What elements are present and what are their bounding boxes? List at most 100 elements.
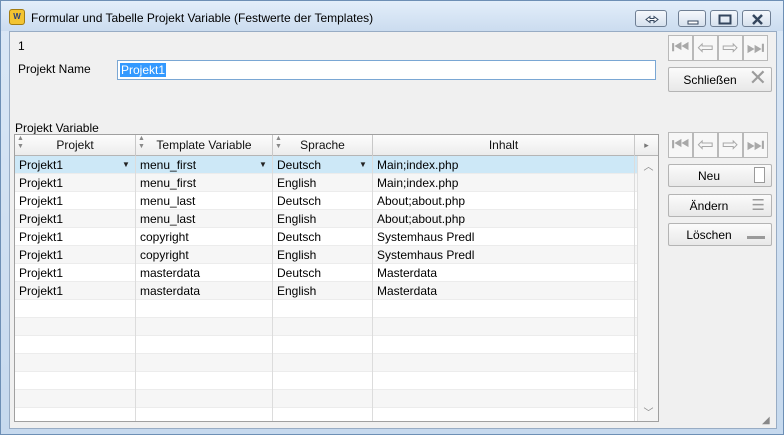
table-cell[interactable] bbox=[373, 408, 635, 421]
grid-first-record-button[interactable]: ⏮ bbox=[668, 132, 693, 158]
table-cell[interactable]: Projekt1 bbox=[15, 228, 136, 246]
close-button[interactable]: Schließen ✕ bbox=[668, 67, 772, 92]
table-cell[interactable]: Projekt1 ▼ bbox=[15, 156, 136, 174]
table-cell[interactable]: masterdata bbox=[136, 264, 273, 282]
maximize-button[interactable] bbox=[710, 10, 738, 27]
table-cell[interactable]: menu_first ▼ bbox=[136, 156, 273, 174]
table-cell[interactable]: English bbox=[273, 174, 373, 192]
dropdown-arrow-icon[interactable]: ▼ bbox=[356, 157, 370, 172]
table-cell[interactable]: Projekt1 bbox=[15, 282, 136, 300]
table-cell[interactable]: Systemhaus Predl bbox=[373, 246, 635, 264]
table-cell[interactable] bbox=[273, 336, 373, 354]
restore-size-button[interactable] bbox=[635, 10, 667, 27]
table-cell[interactable]: Deutsch ▼ bbox=[273, 156, 373, 174]
table-cell[interactable] bbox=[373, 336, 635, 354]
table-cell[interactable]: menu_first bbox=[136, 174, 273, 192]
table-cell[interactable]: Projekt1 bbox=[15, 210, 136, 228]
table-cell[interactable]: Main;index.php bbox=[373, 174, 635, 192]
table-cell[interactable]: Deutsch bbox=[273, 192, 373, 210]
table-cell[interactable] bbox=[373, 390, 635, 408]
table-cell[interactable] bbox=[15, 390, 136, 408]
table-row[interactable]: Projekt1 copyright Deutsch Systemhaus Predl bbox=[15, 228, 637, 246]
table-cell[interactable]: About;about.php bbox=[373, 210, 635, 228]
projekt-name-input[interactable]: Projekt1 bbox=[117, 60, 656, 80]
previous-record-button[interactable]: ⇦ bbox=[693, 35, 718, 61]
grid-next-record-button[interactable]: ⇨ bbox=[718, 132, 743, 158]
table-cell[interactable]: Projekt1 bbox=[15, 174, 136, 192]
table-cell[interactable]: Deutsch bbox=[273, 264, 373, 282]
scroll-up-icon[interactable]: ︿ bbox=[638, 158, 658, 173]
table-cell[interactable] bbox=[136, 354, 273, 372]
column-header[interactable]: ▲ ▼ Projekt bbox=[15, 135, 136, 156]
table-cell[interactable] bbox=[15, 318, 136, 336]
table-cell[interactable] bbox=[136, 408, 273, 421]
table-cell[interactable] bbox=[15, 408, 136, 421]
table-cell[interactable]: menu_last bbox=[136, 192, 273, 210]
delete-button[interactable]: Löschen bbox=[668, 223, 772, 246]
table-cell[interactable]: English bbox=[273, 246, 373, 264]
table-cell[interactable] bbox=[373, 300, 635, 318]
column-header[interactable]: Inhalt bbox=[373, 135, 635, 156]
table-row[interactable]: Projekt1 masterdata English Masterdata bbox=[15, 282, 637, 300]
table-cell[interactable] bbox=[15, 372, 136, 390]
grid-last-record-button[interactable]: ⏭ bbox=[743, 132, 768, 158]
table-cell[interactable] bbox=[273, 300, 373, 318]
table-cell[interactable]: English bbox=[273, 282, 373, 300]
title-bar[interactable]: W Formular und Tabelle Projekt Variable … bbox=[1, 1, 783, 31]
table-row[interactable]: Projekt1 menu_last English About;about.php bbox=[15, 210, 637, 228]
table-cell[interactable] bbox=[136, 372, 273, 390]
table-cell[interactable]: Main;index.php bbox=[373, 156, 635, 174]
more-columns-icon[interactable]: ▸ bbox=[635, 135, 658, 156]
new-button[interactable]: Neu bbox=[668, 164, 772, 187]
table-cell[interactable] bbox=[273, 390, 373, 408]
column-header[interactable]: ▲ ▼ Sprache bbox=[273, 135, 373, 156]
table-cell[interactable] bbox=[273, 354, 373, 372]
last-record-button[interactable]: ⏭ bbox=[743, 35, 768, 61]
scroll-down-icon[interactable]: ﹀ bbox=[638, 404, 658, 419]
table-cell[interactable] bbox=[373, 372, 635, 390]
table-cell[interactable] bbox=[136, 336, 273, 354]
table-cell[interactable] bbox=[273, 372, 373, 390]
table-cell[interactable]: English bbox=[273, 210, 373, 228]
first-record-button[interactable]: ⏮ bbox=[668, 35, 693, 61]
column-header[interactable]: ▲ ▼ Template Variable bbox=[136, 135, 273, 156]
table-cell[interactable] bbox=[15, 354, 136, 372]
grid-previous-record-button[interactable]: ⇦ bbox=[693, 132, 718, 158]
empty-table-row[interactable] bbox=[15, 390, 637, 408]
empty-table-row[interactable] bbox=[15, 300, 637, 318]
empty-table-row[interactable] bbox=[15, 318, 637, 336]
table-cell[interactable]: About;about.php bbox=[373, 192, 635, 210]
empty-table-row[interactable] bbox=[15, 408, 637, 421]
close-window-button[interactable] bbox=[742, 10, 771, 27]
table-cell[interactable]: Systemhaus Predl bbox=[373, 228, 635, 246]
table-cell[interactable] bbox=[15, 336, 136, 354]
next-record-button[interactable]: ⇨ bbox=[718, 35, 743, 61]
table-cell[interactable]: masterdata bbox=[136, 282, 273, 300]
table-cell[interactable] bbox=[273, 318, 373, 336]
dropdown-arrow-icon[interactable]: ▼ bbox=[256, 157, 270, 172]
table-cell[interactable] bbox=[136, 300, 273, 318]
table-cell[interactable]: Projekt1 bbox=[15, 246, 136, 264]
table-cell[interactable]: Projekt1 bbox=[15, 264, 136, 282]
dropdown-arrow-icon[interactable]: ▼ bbox=[119, 157, 133, 172]
table-cell[interactable]: Masterdata bbox=[373, 282, 635, 300]
table-cell[interactable] bbox=[136, 390, 273, 408]
minimize-button[interactable] bbox=[678, 10, 706, 27]
table-cell[interactable] bbox=[136, 318, 273, 336]
vertical-scrollbar[interactable]: ︿ ﹀ bbox=[637, 156, 658, 421]
table-row[interactable]: Projekt1 menu_first English Main;index.php bbox=[15, 174, 637, 192]
table-row[interactable]: Projekt1 menu_last Deutsch About;about.php bbox=[15, 192, 637, 210]
table-row[interactable]: Projekt1 copyright English Systemhaus Predl bbox=[15, 246, 637, 264]
table-cell[interactable]: Masterdata bbox=[373, 264, 635, 282]
table-row[interactable]: Projekt1 ▼ menu_first ▼ Deutsch ▼ Main;index.p… bbox=[15, 156, 637, 174]
table-cell[interactable] bbox=[273, 408, 373, 421]
table-row[interactable]: Projekt1 masterdata Deutsch Masterdata bbox=[15, 264, 637, 282]
table-cell[interactable] bbox=[373, 318, 635, 336]
empty-table-row[interactable] bbox=[15, 354, 637, 372]
table-cell[interactable]: Projekt1 bbox=[15, 192, 136, 210]
table-cell[interactable] bbox=[373, 354, 635, 372]
table-cell[interactable]: Deutsch bbox=[273, 228, 373, 246]
empty-table-row[interactable] bbox=[15, 372, 637, 390]
table-cell[interactable]: copyright bbox=[136, 228, 273, 246]
edit-button[interactable]: Ändern ☰ bbox=[668, 194, 772, 217]
